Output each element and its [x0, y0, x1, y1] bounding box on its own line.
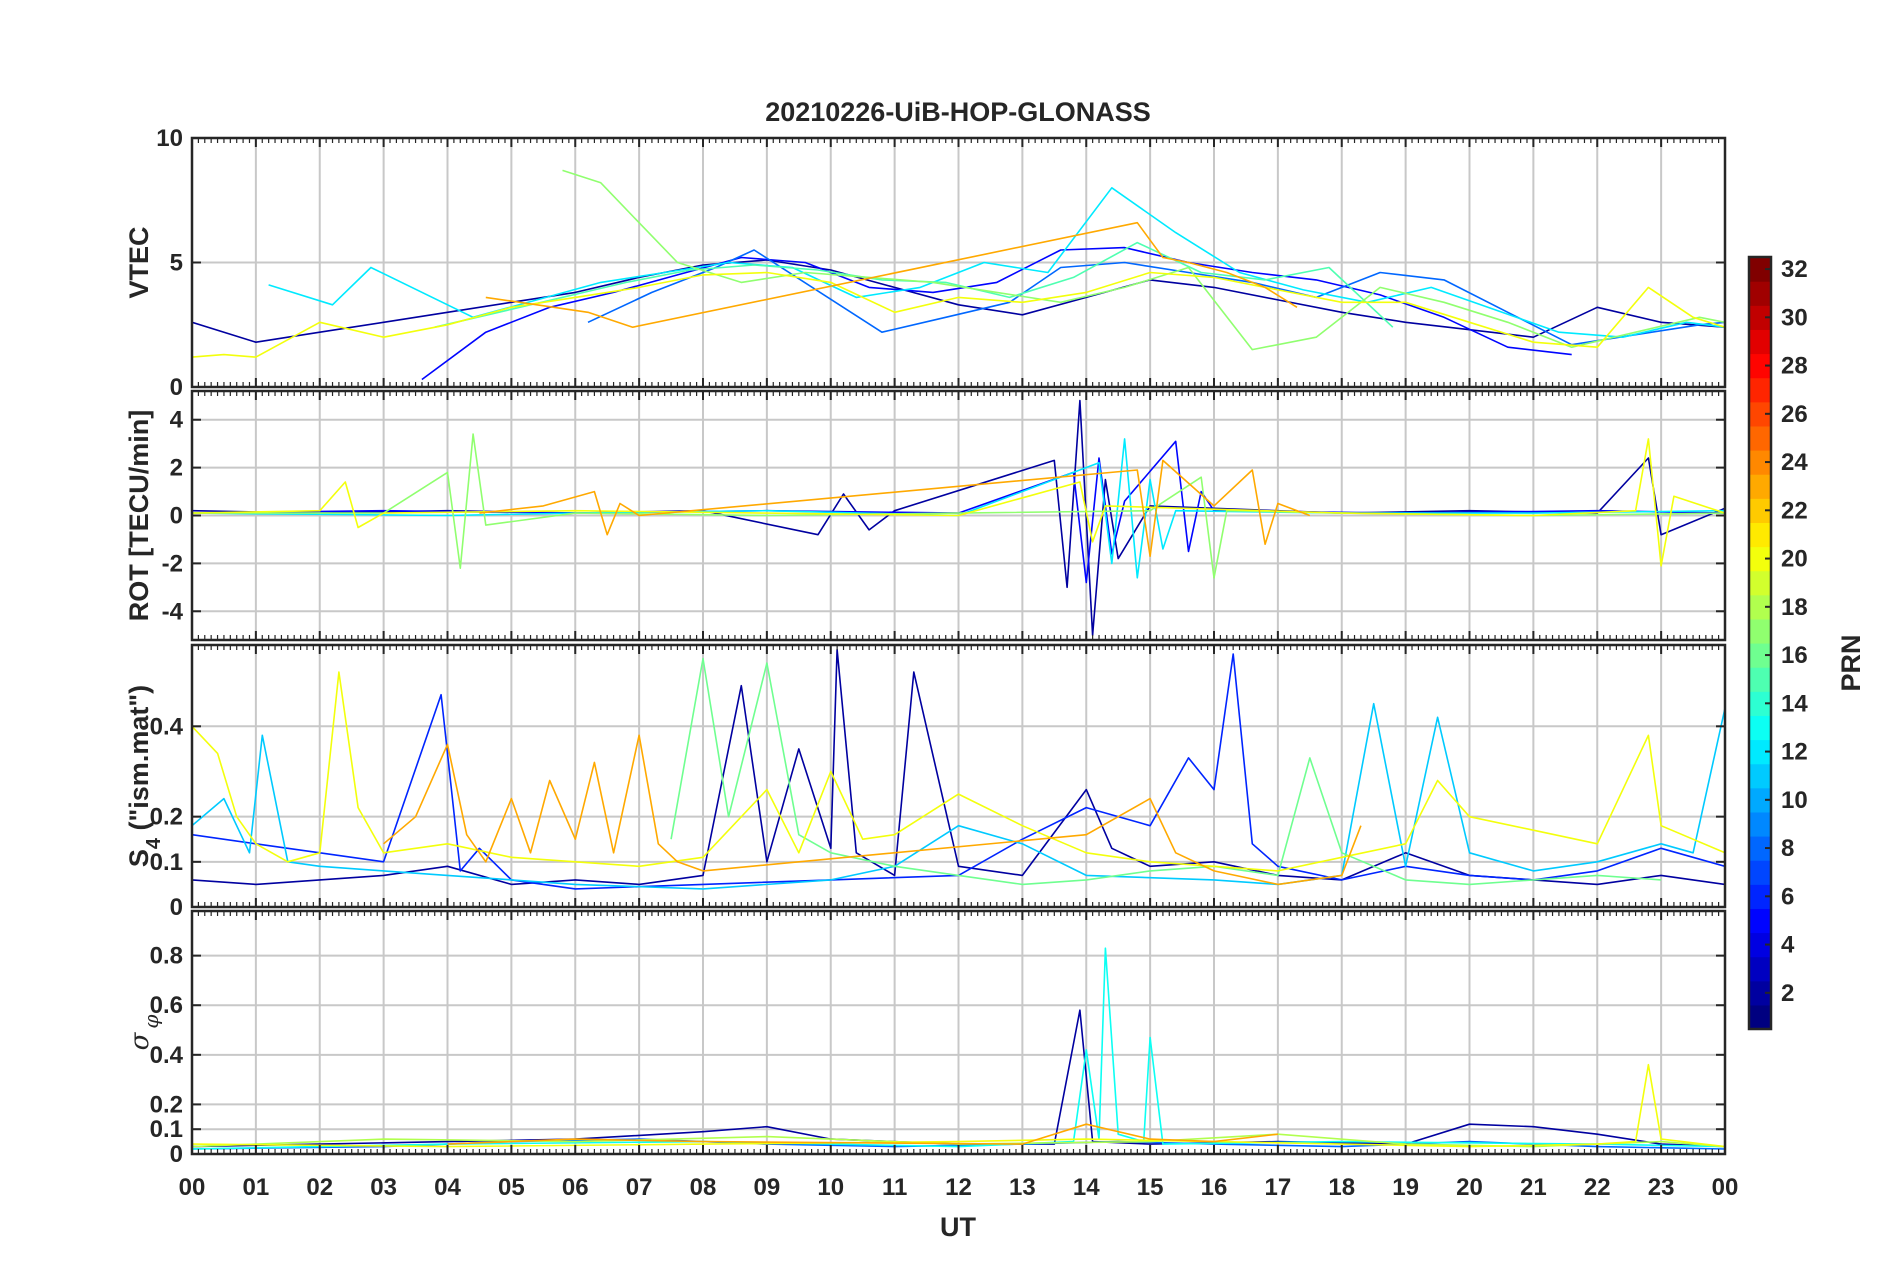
- y-tick-label: 5: [170, 250, 183, 277]
- colorbar-tick-label: 6: [1781, 883, 1794, 910]
- x-tick-label: 12: [945, 1174, 972, 1201]
- colorbar-tick-label: 16: [1781, 642, 1808, 669]
- y-axis-label-s4: S4 ("ism.mat"): [124, 685, 165, 867]
- grid-s4: [192, 645, 1725, 907]
- x-tick-label: 02: [306, 1174, 333, 1201]
- colorbar-band: [1749, 570, 1771, 596]
- series-prn-16: [670, 657, 1662, 886]
- x-tick-label: 03: [370, 1174, 397, 1201]
- y-tick-label: 0: [170, 1141, 183, 1168]
- panel-sigma: 00.10.20.40.60.8σφ: [125, 909, 1727, 1168]
- x-tick-label: 05: [498, 1174, 525, 1201]
- colorbar-tick-label: 10: [1781, 787, 1808, 814]
- y-tick-label: 0.4: [150, 713, 184, 740]
- colorbar-band: [1749, 329, 1771, 355]
- colorbar-tick-label: 14: [1781, 690, 1808, 717]
- colorbar-band: [1749, 715, 1771, 741]
- x-tick-label: 00: [1712, 1174, 1739, 1201]
- x-tick-label: 15: [1137, 1174, 1164, 1201]
- x-tick-label: 06: [562, 1174, 589, 1201]
- colorbar-band: [1749, 956, 1771, 982]
- y-axis-label-vtec: VTEC: [124, 226, 154, 298]
- x-tick-label: 01: [243, 1174, 270, 1201]
- series-prn-17: [562, 169, 1725, 351]
- colorbar-tick-label: 28: [1781, 353, 1808, 380]
- colorbar-band: [1749, 908, 1771, 934]
- y-tick-label: 0: [170, 503, 183, 530]
- panel-vtec: 0 5 10 VTEC: [124, 125, 1727, 401]
- series-prn-5: [421, 246, 1572, 381]
- x-tick-label: 18: [1328, 1174, 1355, 1201]
- grid-sigma: [192, 911, 1725, 1154]
- colorbar-band: [1749, 1004, 1771, 1030]
- y-tick-label: 0.1: [150, 849, 183, 876]
- x-tick-label: 10: [817, 1174, 844, 1201]
- panel-rot: -4 -2 0 2 4 ROT [TECU/min]: [124, 389, 1727, 642]
- gnss-scintillation-chart: 20210226-UiB-HOP-GLONASS 0510VTEC-4-2024…: [124, 97, 1866, 1242]
- x-axis-label: UT: [940, 1212, 976, 1242]
- x-tick-label: 00: [179, 1174, 206, 1201]
- y-tick-label: 2: [170, 455, 183, 482]
- panel-s4: 0 0.1 0.2 0.4S4 ("ism.mat"): [124, 643, 1727, 921]
- y-tick-label: 0.2: [150, 1091, 183, 1118]
- y-tick-label: 0.1: [150, 1116, 183, 1143]
- colorbar-tick-label: 26: [1781, 401, 1808, 428]
- colorbar-band: [1749, 860, 1771, 885]
- y-tick-label: 0: [170, 894, 183, 921]
- colorbar-band: [1749, 474, 1771, 499]
- x-tick-label: 07: [626, 1174, 653, 1201]
- x-tick-label: 21: [1520, 1174, 1547, 1201]
- y-tick-label: -2: [162, 550, 183, 577]
- y-tick-label: 10: [156, 125, 183, 152]
- y-tick-label: -4: [162, 598, 184, 625]
- panels: 0510VTEC-4-2024ROT [TECU/min]00.10.20.4S…: [124, 125, 1727, 1168]
- x-tick-label: 22: [1584, 1174, 1611, 1201]
- colorbar: 2468101214161820222426283032PRN: [1747, 255, 1866, 1031]
- colorbar-band: [1749, 763, 1771, 789]
- colorbar-tick-label: 2: [1781, 980, 1794, 1007]
- grid-vtec: [192, 138, 1725, 387]
- colorbar-tick-label: 22: [1781, 497, 1808, 524]
- colorbar-tick-label: 12: [1781, 739, 1808, 766]
- x-tick-label: 20: [1456, 1174, 1483, 1201]
- colorbar-tick-label: 32: [1781, 256, 1808, 283]
- colorbar-tick-label: 24: [1781, 449, 1808, 476]
- x-axis: 00 01 02 03 04 05 06 07 08 09 10 11 12 13 14 15 16 17 18 19…: [179, 1174, 1739, 1201]
- colorbar-band: [1749, 667, 1771, 692]
- chart-title: 20210226-UiB-HOP-GLONASS: [765, 97, 1151, 127]
- colorbar-band: [1749, 618, 1771, 644]
- colorbar-band: [1749, 811, 1771, 837]
- colorbar-tick-label: 30: [1781, 304, 1808, 331]
- y-axis-label-rot: ROT [TECU/min]: [124, 410, 154, 621]
- colorbar-band: [1749, 377, 1771, 403]
- colorbar-tick-label: 8: [1781, 835, 1794, 862]
- x-tick-label: 11: [882, 1174, 907, 1201]
- y-tick-label: 0: [170, 374, 183, 401]
- x-tick-label: 23: [1648, 1174, 1675, 1201]
- colorbar-band: [1749, 425, 1771, 451]
- x-tick-label: 19: [1392, 1174, 1419, 1201]
- x-tick-label: 14: [1073, 1174, 1100, 1201]
- y-tick-label: 4: [170, 407, 184, 434]
- colorbar-band: [1749, 281, 1771, 306]
- x-tick-label: 13: [1009, 1174, 1036, 1201]
- x-tick-label: 17: [1265, 1174, 1292, 1201]
- x-tick-label: 16: [1201, 1174, 1228, 1201]
- colorbar-tick-label: 4: [1781, 932, 1795, 959]
- x-tick-label: 09: [754, 1174, 781, 1201]
- colorbar-band: [1749, 522, 1771, 548]
- x-tick-label: 04: [434, 1174, 461, 1201]
- colorbar-tick-label: 18: [1781, 594, 1808, 621]
- x-tick-label: 08: [690, 1174, 717, 1201]
- y-tick-label: 0.2: [150, 804, 183, 831]
- colorbar-tick-label: 20: [1781, 546, 1808, 573]
- y-tick-label: 0.8: [150, 943, 183, 970]
- colorbar-label: PRN: [1836, 634, 1866, 691]
